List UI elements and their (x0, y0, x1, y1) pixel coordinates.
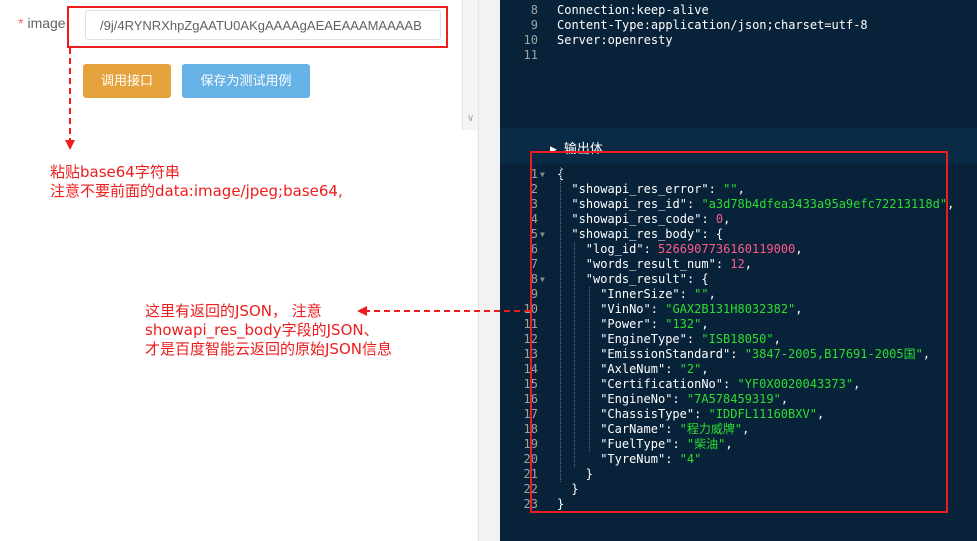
paste-annotation-line2: 注意不要前面的data:image/jpeg;base64, (50, 182, 343, 200)
json-annotation-line1: 这里有返回的JSON， 注意 (145, 302, 322, 320)
image-label-text: image (27, 15, 66, 31)
json-punct: , (947, 197, 955, 211)
header-line: 8 Connection:keep-alive (500, 3, 977, 18)
call-api-button[interactable]: 调用接口 (83, 64, 171, 98)
header-text: Content-Type:application/json;charset=ut… (557, 18, 868, 32)
scroll-down-arrow-icon[interactable]: ∨ (467, 113, 474, 124)
json-annotation: 这里有返回的JSON， 注意 showapi_res_body字段的JSON、 … (145, 302, 392, 359)
json-annotation-line2: showapi_res_body字段的JSON、 (145, 321, 379, 339)
request-form-panel: *image 调用接口 保存为测试用例 粘贴base64字符串 注意不要前面的d… (0, 0, 478, 541)
header-text: Server:openresty (557, 33, 673, 47)
save-test-case-button[interactable]: 保存为测试用例 (182, 64, 310, 98)
json-annotation-line3: 才是百度智能云返回的原始JSON信息 (145, 340, 392, 358)
panel-splitter[interactable] (478, 0, 500, 541)
line-number: 10 (523, 33, 538, 47)
required-mark: * (18, 15, 24, 31)
response-headers-editor: 8 Connection:keep-alive 9 Content-Type:appl… (500, 0, 977, 128)
header-line: 10 Server:openresty (500, 33, 977, 48)
line-number: 8 (530, 3, 538, 17)
header-line: 11 (500, 48, 977, 63)
json-highlight-box (530, 151, 948, 513)
line-number: 9 (530, 18, 538, 32)
input-highlight-box (67, 6, 448, 48)
paste-annotation: 粘贴base64字符串 注意不要前面的data:image/jpeg;base6… (50, 163, 343, 201)
header-line: 9 Content-Type:application/json;charset=u… (500, 18, 977, 33)
left-scrollbar[interactable]: ∨ (462, 0, 478, 130)
header-text: Connection:keep-alive (557, 3, 709, 17)
image-field-label: * image (18, 15, 66, 31)
line-number: 11 (523, 48, 538, 62)
paste-annotation-line1: 粘贴base64字符串 (50, 163, 180, 181)
